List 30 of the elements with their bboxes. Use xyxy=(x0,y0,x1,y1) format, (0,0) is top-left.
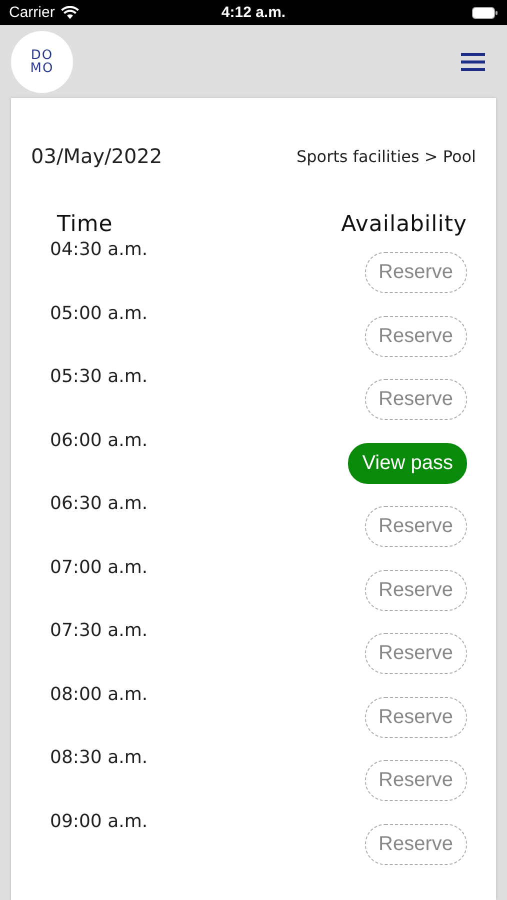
carrier-label: Carrier xyxy=(9,4,55,21)
battery-icon xyxy=(472,6,498,18)
time-slot: 07:00 a.m. xyxy=(50,556,148,578)
column-header: Availability xyxy=(341,212,467,237)
wifi-icon xyxy=(60,6,79,19)
time-slot: 08:00 a.m. xyxy=(50,684,148,704)
time-slot: 05:30 a.m. xyxy=(50,366,148,387)
time-slot: 08:30 a.m. xyxy=(50,747,148,768)
date-label: 03/May/2022 xyxy=(31,144,162,168)
reserve-button[interactable]: Reserve xyxy=(364,379,467,420)
time-slot: 04:30 a.m. xyxy=(50,239,148,260)
time-slot: 05:00 a.m. xyxy=(50,302,148,324)
menu-icon[interactable] xyxy=(461,52,485,72)
reserve-button[interactable]: Reserve xyxy=(364,252,467,293)
time-slot: 09:00 a.m. xyxy=(50,810,148,832)
reserve-button[interactable]: Reserve xyxy=(364,506,467,547)
time-slot: 06:00 a.m. xyxy=(50,430,148,450)
breadcrumb: Sports facilities > Pool xyxy=(296,146,476,166)
reserve-button[interactable]: Reserve xyxy=(364,696,467,738)
status-time: 4:12 a.m. xyxy=(221,4,286,21)
column-header: Time xyxy=(57,212,113,237)
time-slot: 07:30 a.m. xyxy=(50,620,148,641)
logo[interactable]: DO MO xyxy=(11,30,73,92)
view-pass-button[interactable]: View pass xyxy=(348,442,467,484)
reserve-button[interactable]: Reserve xyxy=(364,570,467,610)
time-slot: 06:30 a.m. xyxy=(50,493,148,514)
reserve-button[interactable]: Reserve xyxy=(364,824,467,864)
reserve-button[interactable]: Reserve xyxy=(364,760,467,801)
reserve-button[interactable]: Reserve xyxy=(364,633,467,674)
reserve-button[interactable]: Reserve xyxy=(364,316,467,356)
